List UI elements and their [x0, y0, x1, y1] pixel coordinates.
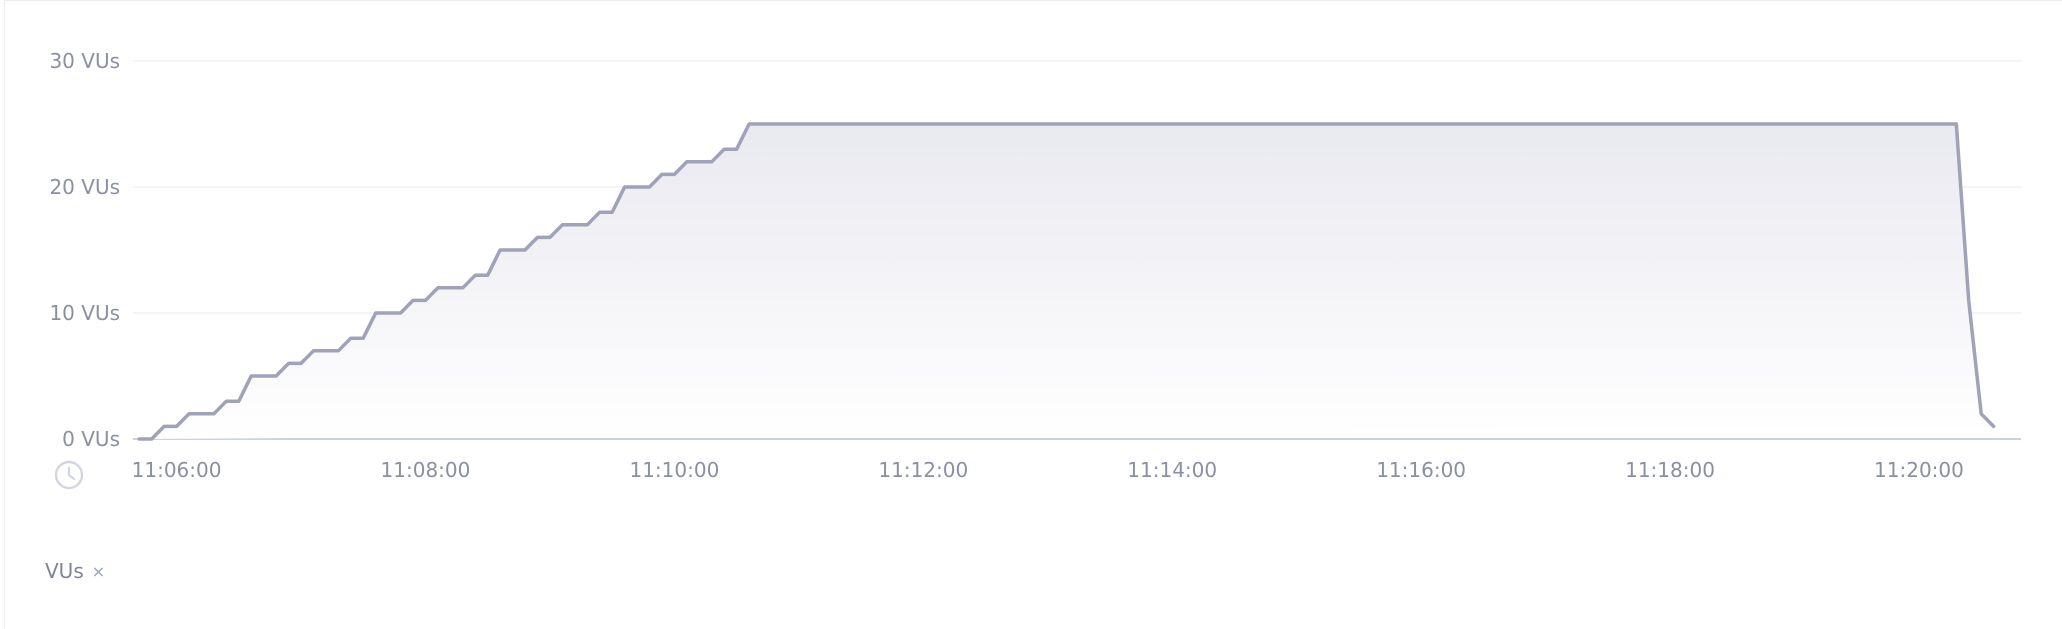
x-tick-label-3: 11:12:00	[878, 458, 968, 482]
x-tick-label-2: 11:10:00	[629, 458, 719, 482]
legend[interactable]: VUs ×	[45, 559, 105, 583]
legend-label: VUs	[45, 559, 84, 583]
x-tick-label-7: 11:20:00	[1874, 458, 1964, 482]
series-area-0	[139, 124, 1994, 439]
x-tick-label-0: 11:06:00	[132, 458, 222, 482]
vus-chart: 0 VUs 10 VUs 20 VUs 30 VUs 11:06:00 11:08:00…	[49, 49, 2021, 490]
chart-panel: 0 VUs 10 VUs 20 VUs 30 VUs 11:06:00 11:08:00…	[4, 0, 2062, 628]
x-tick-label-5: 11:16:00	[1376, 458, 1466, 482]
x-tick-label-1: 11:08:00	[381, 458, 471, 482]
x-tick-label-6: 11:18:00	[1625, 458, 1715, 482]
x-tick-label-4: 11:14:00	[1127, 458, 1217, 482]
x-axis-ticks: 11:06:00 11:08:00 11:10:00 11:12:00 11:14:00…	[132, 458, 1964, 482]
y-tick-label-0: 0 VUs	[62, 427, 120, 451]
y-tick-label-1: 10 VUs	[49, 301, 120, 325]
y-axis-ticks: 0 VUs 10 VUs 20 VUs 30 VUs	[49, 49, 120, 451]
series-area	[139, 124, 1994, 439]
y-tick-label-2: 20 VUs	[49, 175, 120, 199]
legend-remove-icon[interactable]: ×	[92, 562, 105, 581]
clock-icon	[54, 460, 84, 490]
y-tick-label-3: 30 VUs	[49, 49, 120, 73]
